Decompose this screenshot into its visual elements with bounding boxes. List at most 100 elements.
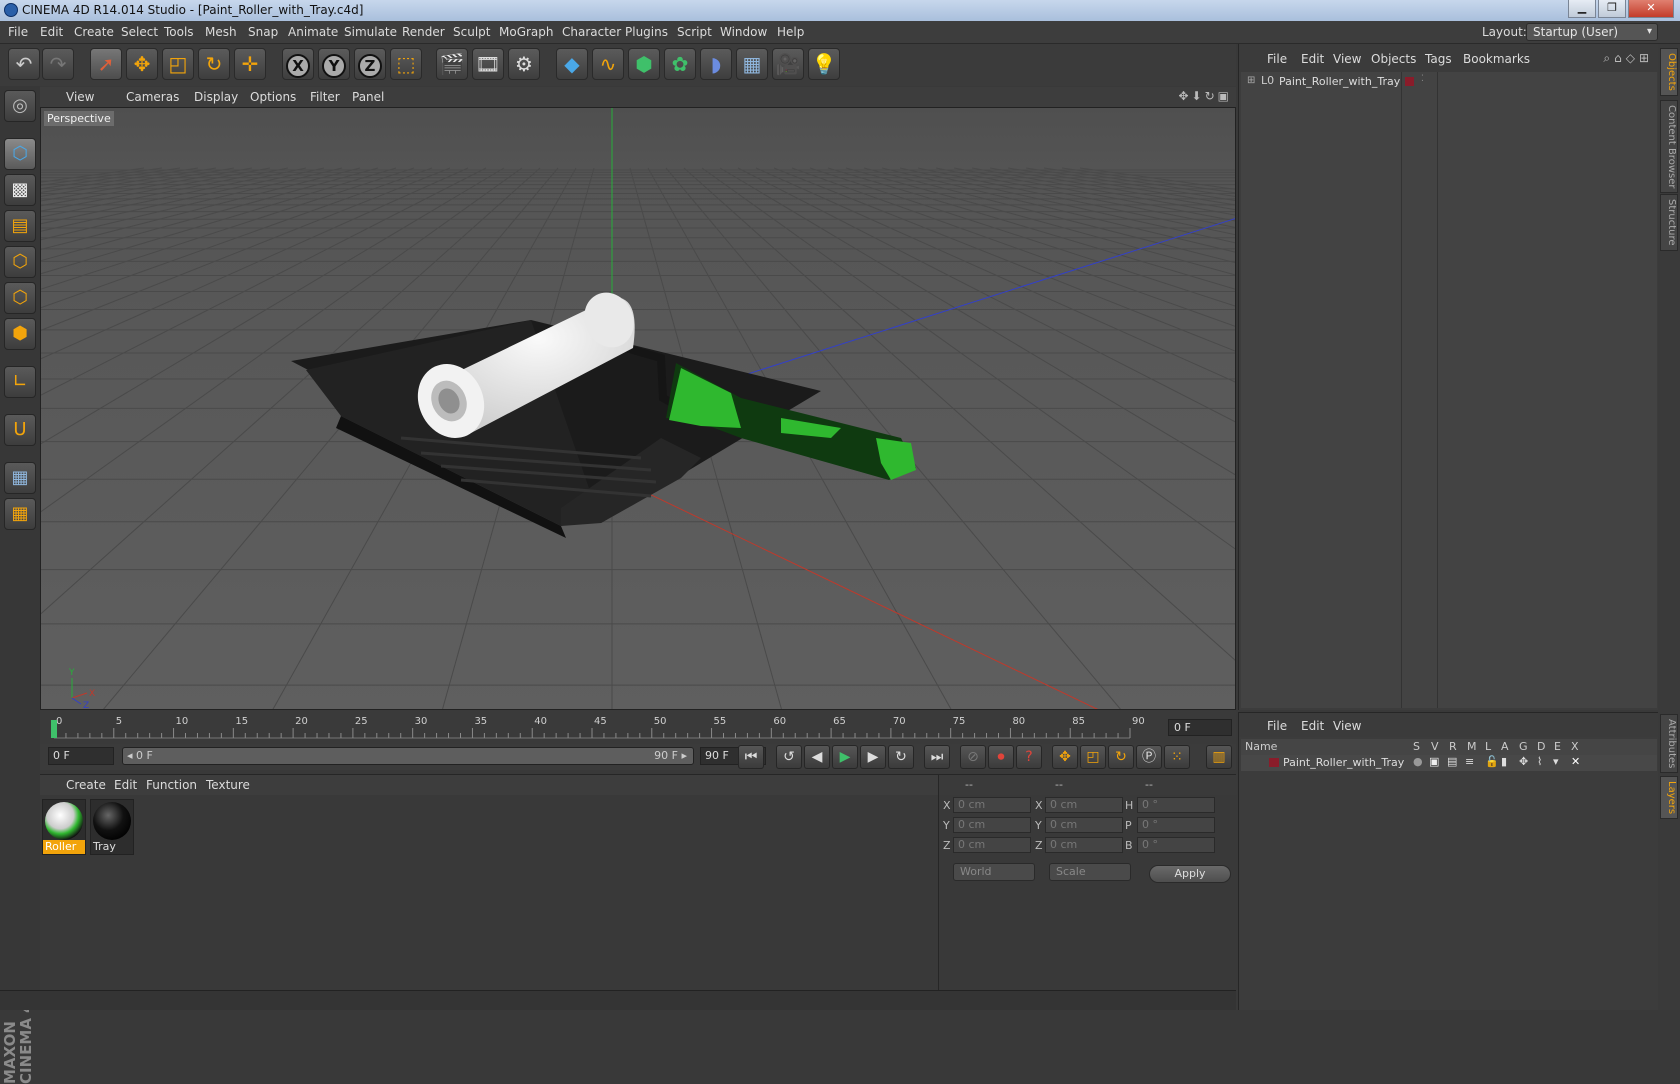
edges-mode-button[interactable]: ⬡ <box>4 282 36 314</box>
layer-menu-view[interactable]: View <box>1333 719 1361 733</box>
coordinate-system-button[interactable]: ⬚ <box>390 48 422 80</box>
layer-row[interactable]: Paint_Roller_with_Tray ● ▣ ▤ ≡ 🔓 ▮ ✥ ⌇ ▾… <box>1241 755 1657 771</box>
add-floor-button[interactable]: ▦ <box>736 48 768 80</box>
menu-simulate[interactable]: Simulate <box>344 25 397 39</box>
layer-menu-file[interactable]: File <box>1267 719 1287 733</box>
pos-x-field[interactable]: 0 cm <box>953 797 1031 813</box>
object-search-icon[interactable]: ⌕⌂◇⊞ <box>1603 51 1653 66</box>
layer-color-swatch[interactable] <box>1405 77 1414 86</box>
render-view-button[interactable]: 🎬 <box>436 48 468 80</box>
viewport-menu-cameras[interactable]: Cameras <box>126 90 179 104</box>
menu-mograph[interactable]: MoGraph <box>499 25 554 39</box>
axis-mode-button[interactable]: ∟ <box>4 366 36 398</box>
z-axis-lock-button[interactable]: Z <box>354 48 386 80</box>
layer-name[interactable]: Paint_Roller_with_Tray <box>1283 756 1404 769</box>
material-menu-edit[interactable]: Edit <box>114 778 137 792</box>
layout-dropdown[interactable]: Startup (User) <box>1526 23 1658 41</box>
object-menu-bookmarks[interactable]: Bookmarks <box>1463 52 1530 66</box>
object-menu-edit[interactable]: Edit <box>1301 52 1324 66</box>
add-array-button[interactable]: ✿ <box>664 48 696 80</box>
tab-structure[interactable]: Structure <box>1660 194 1678 251</box>
layer-menu-edit[interactable]: Edit <box>1301 719 1324 733</box>
size-y-field[interactable]: 0 cm <box>1045 817 1123 833</box>
x-axis-lock-button[interactable]: X <box>282 48 314 80</box>
menu-render[interactable]: Render <box>402 25 445 39</box>
viewport-nav-icons[interactable]: ✥⬇↻▣ <box>1178 89 1232 103</box>
menu-script[interactable]: Script <box>677 25 712 39</box>
menu-snap[interactable]: Snap <box>248 25 278 39</box>
key-rotation-button[interactable]: ↻ <box>1108 745 1134 769</box>
menu-create[interactable]: Create <box>74 25 114 39</box>
timeline-ruler[interactable]: 0 5 10 15 20 25 30 35 40 45 50 55 60 65 70 75 80 85 90 0 F <box>40 710 1236 744</box>
generator-icon[interactable]: ✥ <box>1519 755 1528 768</box>
menu-mesh[interactable]: Mesh <box>205 25 237 39</box>
perspective-viewport[interactable]: Y X Z Perspective <box>40 107 1236 710</box>
record-active-objects-button[interactable]: ⊘ <box>960 745 986 769</box>
recent-tool-button[interactable]: ✛ <box>234 48 266 80</box>
workplane-rotate-button[interactable]: ▦ <box>4 498 36 530</box>
viewport-menu-display[interactable]: Display <box>194 90 238 104</box>
xref-icon[interactable]: ✕ <box>1571 755 1580 768</box>
preview-range-slider[interactable]: ◂ 0 F 90 F ▸ <box>122 747 694 765</box>
go-to-end-button[interactable]: ⏭ <box>924 745 950 769</box>
maximize-button[interactable]: ❐ <box>1598 0 1626 18</box>
solo-icon[interactable]: ● <box>1413 755 1423 768</box>
viewport-menu-options[interactable]: Options <box>250 90 296 104</box>
render-icon[interactable]: ▤ <box>1447 755 1457 768</box>
animation-icon[interactable]: ▮ <box>1501 755 1507 768</box>
menu-animate[interactable]: Animate <box>288 25 338 39</box>
viewport-menu-filter[interactable]: Filter <box>310 90 340 104</box>
add-camera-button[interactable]: 🎥 <box>772 48 804 80</box>
lock-icon[interactable]: 🔓 <box>1485 755 1499 768</box>
render-picture-viewer-button[interactable]: 🎞 <box>472 48 504 80</box>
view-eye-icon[interactable]: ▣ <box>1429 755 1439 768</box>
model-mode-button[interactable]: ⬡ <box>4 138 36 170</box>
layer-color-swatch[interactable] <box>1269 758 1279 767</box>
rot-b-field[interactable]: 0 ° <box>1137 837 1215 853</box>
add-spline-button[interactable]: ∿ <box>592 48 624 80</box>
minimize-button[interactable]: ▁ <box>1568 0 1596 18</box>
material-menu-create[interactable]: Create <box>66 778 106 792</box>
current-frame-field[interactable]: 0 F <box>1168 719 1232 736</box>
key-position-button[interactable]: ✥ <box>1052 745 1078 769</box>
tab-layers[interactable]: Layers <box>1660 776 1678 820</box>
visibility-dots-icon[interactable]: ⁚ <box>1421 74 1424 84</box>
add-nurbs-button[interactable]: ⬢ <box>628 48 660 80</box>
snap-magnet-button[interactable]: U <box>4 414 36 446</box>
material-roller[interactable]: Roller <box>42 799 86 855</box>
object-menu-objects[interactable]: Objects <box>1371 52 1416 66</box>
size-x-field[interactable]: 0 cm <box>1045 797 1123 813</box>
pos-z-field[interactable]: 0 cm <box>953 837 1031 853</box>
add-light-button[interactable]: 💡 <box>808 48 840 80</box>
start-frame-field[interactable]: 0 F <box>48 747 114 765</box>
autokeying-button[interactable]: ⏺ <box>988 745 1014 769</box>
rot-p-field[interactable]: 0 ° <box>1137 817 1215 833</box>
tab-attributes[interactable]: Attributes <box>1660 714 1678 774</box>
move-tool-button[interactable]: ✥ <box>126 48 158 80</box>
key-pla-button[interactable]: ⁙ <box>1164 745 1190 769</box>
next-keyframe-button[interactable]: ↻ <box>888 745 914 769</box>
workplane-lock-button[interactable]: ▦ <box>4 462 36 494</box>
workplane-mode-button[interactable]: ▤ <box>4 210 36 242</box>
go-to-start-button[interactable]: ⏮ <box>738 745 764 769</box>
keyframe-selection-button[interactable]: ? <box>1016 745 1042 769</box>
menu-window[interactable]: Window <box>720 25 767 39</box>
manager-icon[interactable]: ≡ <box>1465 755 1474 768</box>
menu-edit[interactable]: Edit <box>40 25 63 39</box>
object-menu-tags[interactable]: Tags <box>1425 52 1452 66</box>
size-mode-dropdown[interactable]: Scale <box>1049 863 1131 881</box>
tab-content-browser[interactable]: Content Browser <box>1660 100 1678 194</box>
add-deformer-button[interactable]: ◗ <box>700 48 732 80</box>
next-frame-button[interactable]: ▶ <box>860 745 886 769</box>
previous-keyframe-button[interactable]: ↺ <box>776 745 802 769</box>
expression-icon[interactable]: ▾ <box>1553 755 1559 768</box>
material-tray[interactable]: Tray <box>90 799 134 855</box>
close-button[interactable]: ✕ <box>1628 0 1674 18</box>
points-mode-button[interactable]: ⬡ <box>4 246 36 278</box>
coordinate-mode-dropdown[interactable]: World <box>953 863 1035 881</box>
apply-button[interactable]: Apply <box>1149 865 1231 883</box>
object-menu-view[interactable]: View <box>1333 52 1361 66</box>
deformer-icon[interactable]: ⌇ <box>1537 755 1542 768</box>
timeline-window-button[interactable]: ▥ <box>1206 745 1232 769</box>
live-selection-button[interactable]: ➚ <box>90 48 122 80</box>
